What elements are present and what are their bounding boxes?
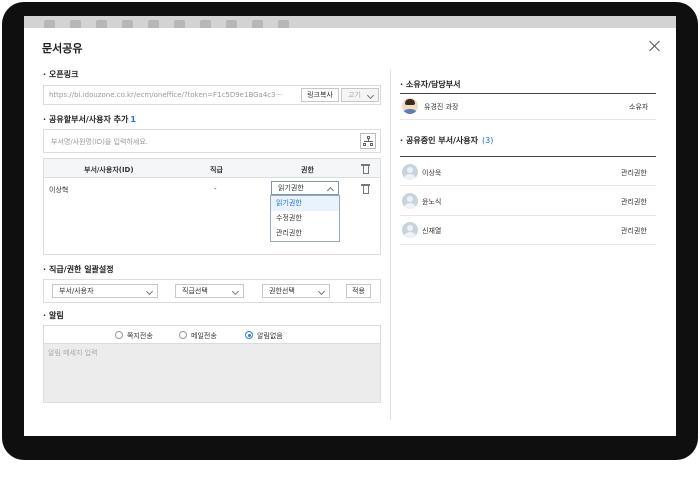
owner-role: 소유자 [629, 103, 649, 111]
radio-none[interactable] [245, 331, 253, 339]
chevron-up-icon [326, 186, 335, 195]
share-table-header: 부서/사용자(ID) 직급 권한 [44, 159, 380, 178]
member-permission: 관리권한 [621, 227, 647, 235]
chevron-down-icon [145, 287, 154, 296]
owner-avatar [402, 98, 418, 114]
section-sharing: · 공유중인 부서/사용자 (3) [400, 136, 494, 145]
row-rank: - [214, 185, 217, 193]
trash-icon[interactable] [361, 184, 370, 194]
dept-user-select[interactable]: 부서/사용자 [52, 284, 158, 298]
user-avatar-icon [402, 164, 418, 180]
open-link-url[interactable]: https://bi.idouzone.co.kr/ecm/oneffice/?… [49, 91, 282, 99]
share-search-box[interactable]: 부서명/사원명(ID)을 입력하세요. [43, 129, 381, 153]
radio-note[interactable] [115, 331, 123, 339]
member-permission: 관리권한 [621, 169, 647, 177]
sharing-divider [400, 156, 656, 157]
alarm-message-input[interactable]: 알림 메세지 입력 [44, 343, 380, 402]
section-bulk-setting: · 직급/권한 일괄설정 [43, 265, 114, 274]
close-icon[interactable] [648, 39, 662, 53]
member-permission: 관리권한 [621, 198, 647, 206]
dialog-title: 문서공유 [42, 42, 83, 55]
member-name: 윤노식 [422, 198, 442, 206]
chevron-down-icon [366, 91, 375, 100]
bulk-setting-box: 부서/사용자 직급선택 권한선택 적용 [43, 279, 381, 303]
rank-select[interactable]: 직급선택 [175, 284, 244, 298]
section-owner: · 소유자/담당부서 [400, 80, 461, 89]
org-chart-icon[interactable] [360, 133, 376, 149]
row-divider [400, 215, 656, 216]
share-dialog: 문서공유 · 오픈링크 https://bi.idouzone.co.kr/ecm… [24, 28, 676, 436]
radio-note-label: 쪽지전송 [127, 332, 153, 340]
user-avatar-icon [402, 193, 418, 209]
member-name: 이상욱 [422, 169, 442, 177]
row-divider [400, 119, 656, 120]
permission-bulk-select[interactable]: 권한선택 [262, 284, 330, 298]
link-close-select[interactable]: 고기 [341, 88, 379, 102]
permission-dropdown: 읽기권한 수정권한 관리권한 [270, 195, 340, 242]
share-search-input[interactable]: 부서명/사원명(ID)을 입력하세요. [51, 137, 148, 147]
permission-option[interactable]: 관리권한 [271, 226, 339, 241]
section-open-link: · 오픈링크 [43, 70, 79, 79]
row-divider [400, 244, 656, 245]
row-user-name: 이상혁 [49, 186, 69, 194]
radio-mail[interactable] [179, 331, 187, 339]
section-share-add: · 공유할부서/사용자 추가 1 [43, 115, 136, 124]
radio-none-label: 알림없음 [257, 332, 283, 340]
owner-name: 유경진 과장 [424, 103, 459, 111]
owner-divider [400, 93, 656, 94]
chevron-down-icon [317, 287, 326, 296]
copy-link-button[interactable]: 링크복사 [301, 88, 339, 102]
apply-button[interactable]: 적용 [346, 284, 371, 298]
section-alarm: · 알림 [43, 311, 64, 320]
alarm-box: 쪽지전송 메일전송 알림없음 알림 메세지 입력 [43, 325, 381, 403]
member-name: 신재열 [422, 227, 442, 235]
radio-mail-label: 메일전송 [191, 332, 217, 340]
row-divider [400, 185, 656, 186]
user-avatar-icon [402, 222, 418, 238]
permission-option[interactable]: 읽기권한 [271, 196, 339, 211]
chevron-down-icon [231, 287, 240, 296]
trash-icon[interactable] [361, 164, 370, 174]
column-header-user: 부서/사용자(ID) [84, 166, 134, 174]
column-header-permission: 권한 [301, 166, 314, 174]
permission-select[interactable]: 읽기권한 [271, 181, 339, 195]
column-divider [390, 70, 391, 420]
permission-option[interactable]: 수정권한 [271, 211, 339, 226]
column-header-rank: 직급 [210, 166, 223, 174]
